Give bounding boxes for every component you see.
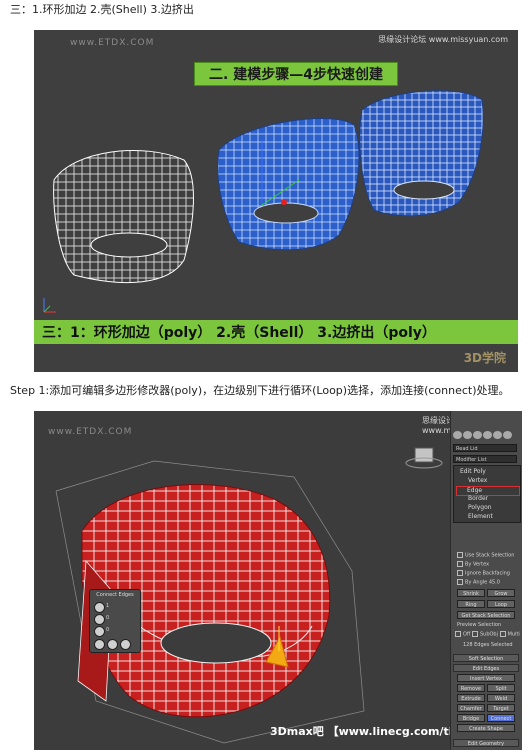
stack-polygon[interactable]: Polygon xyxy=(468,504,492,512)
caption-step1: Step 1:添加可编辑多边形修改器(poly)，在边级别下进行循环(Loop)… xyxy=(10,384,510,397)
panel-tabs[interactable] xyxy=(451,431,522,441)
preview-selection-label: Preview Selection xyxy=(457,622,502,628)
watermark: www.ETDX.COM xyxy=(70,38,155,48)
caption-step-list: 三：1.环形加边 2.壳(Shell) 3.边挤出 xyxy=(10,3,194,16)
slide-spinner[interactable] xyxy=(94,626,105,637)
perspective-viewport[interactable] xyxy=(34,411,450,750)
segments-value: 1 xyxy=(106,603,110,609)
use-stack-checkbox[interactable]: Use Stack Selection xyxy=(457,552,514,559)
max-viewport-screenshot: www.ETDX.COM 思缘设计论坛 www.missyuan.com Con… xyxy=(34,411,522,750)
section-banner: 二. 建模步骤—4步快速创建 xyxy=(194,62,398,86)
motion-tab-icon[interactable] xyxy=(483,431,492,439)
soft-selection-rollout[interactable]: Soft Selection xyxy=(453,654,519,662)
extrude-button[interactable]: Extrude xyxy=(457,694,485,702)
apply-button[interactable] xyxy=(107,639,118,650)
by-angle-checkbox[interactable]: By Angle 45.0 xyxy=(457,579,500,586)
utilities-tab-icon[interactable] xyxy=(503,431,512,439)
modifier-stack[interactable]: Edit Poly Vertex Edge Border Polygon Ele… xyxy=(453,465,521,523)
create-shape-button[interactable]: Create Shape xyxy=(457,724,515,732)
remove-button[interactable]: Remove xyxy=(457,684,485,692)
edit-geometry-rollout[interactable]: Edit Geometry xyxy=(453,739,519,747)
by-vertex-checkbox[interactable]: By Vertex xyxy=(457,561,489,568)
object-name-field[interactable]: Read Lid xyxy=(453,444,517,452)
stack-border[interactable]: Border xyxy=(468,495,488,503)
watermark: www.ETDX.COM xyxy=(48,427,133,437)
watermark-3d: 3D学院 xyxy=(463,351,506,365)
grow-button[interactable]: Grow xyxy=(487,589,515,597)
slide-value: 0 xyxy=(106,627,110,633)
weld-button[interactable]: Weld xyxy=(487,694,515,702)
display-tab-icon[interactable] xyxy=(493,431,502,439)
caddy-title: Connect Edges xyxy=(96,592,134,598)
reference-image-steps: www.ETDX.COM 思缘设计论坛 www.missyuan.com 二. … xyxy=(34,30,518,372)
hierarchy-tab-icon[interactable] xyxy=(473,431,482,439)
stack-vertex[interactable]: Vertex xyxy=(468,477,487,485)
edit-edges-rollout[interactable]: Edit Edges xyxy=(453,664,519,672)
ignore-backfacing-checkbox[interactable]: Ignore Backfacing xyxy=(457,570,510,577)
bridge-button[interactable]: Bridge xyxy=(457,714,485,722)
stack-edit-poly[interactable]: Edit Poly xyxy=(460,468,486,476)
chamfer-button[interactable]: Chamfer xyxy=(457,704,485,712)
connect-button[interactable]: Connect xyxy=(487,714,515,722)
connect-edges-caddy[interactable]: Connect Edges 1 0 0 xyxy=(89,589,141,653)
create-tab-icon[interactable] xyxy=(453,431,462,439)
shrink-button[interactable]: Shrink xyxy=(457,589,485,597)
modify-tab-icon[interactable] xyxy=(463,431,472,439)
pinch-value: 0 xyxy=(106,615,110,621)
blue-shell-mesh xyxy=(217,118,360,251)
pinch-spinner[interactable] xyxy=(94,614,105,625)
ring-button[interactable]: Ring xyxy=(457,600,485,608)
segments-spinner[interactable] xyxy=(94,602,105,613)
command-panel[interactable]: Read Lid Modifier List Edit Poly Vertex … xyxy=(450,411,522,750)
selection-status: 128 Edges Selected xyxy=(463,642,513,648)
get-stack-selection-button[interactable]: Get Stack Selection xyxy=(457,611,515,619)
loop-button[interactable]: Loop xyxy=(487,600,515,608)
white-wire-mesh xyxy=(53,150,194,283)
stack-element[interactable]: Element xyxy=(468,513,493,521)
step-subtitle: 三：1：环形加边（poly） 2.壳（Shell） 3.边挤出（poly） xyxy=(34,320,518,344)
insert-vertex-button[interactable]: Insert Vertex xyxy=(457,674,515,682)
modifier-list-dropdown[interactable]: Modifier List xyxy=(453,455,517,463)
site-logo: 思缘设计论坛 www.missyuan.com xyxy=(378,35,508,44)
split-button[interactable]: Split xyxy=(487,684,515,692)
cancel-button[interactable] xyxy=(120,639,131,650)
ok-button[interactable] xyxy=(94,639,105,650)
target-weld-button[interactable]: Target Weld xyxy=(487,704,515,720)
preview-radio-group[interactable]: Off SubObj Multi xyxy=(455,631,520,638)
